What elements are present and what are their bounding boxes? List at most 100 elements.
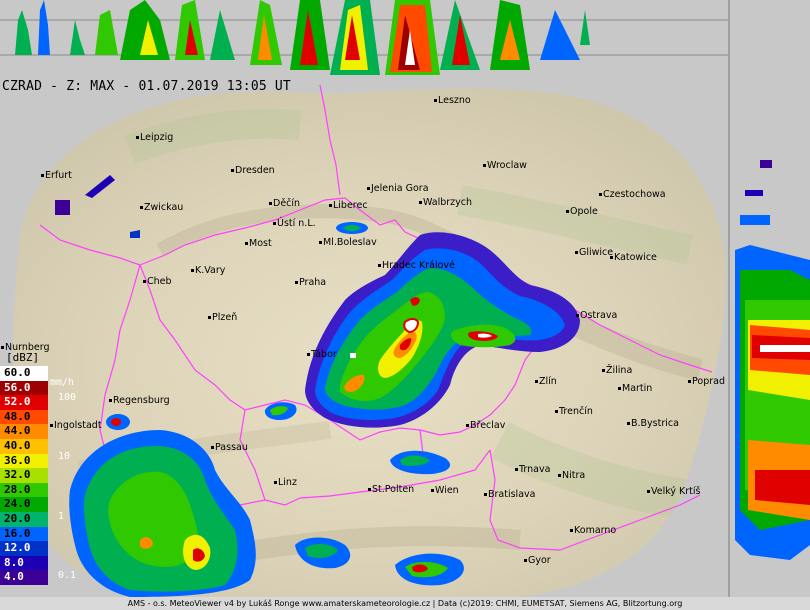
- city-marker: [1, 346, 4, 349]
- city-marker: [41, 174, 44, 177]
- city-label: Leipzig: [140, 132, 173, 143]
- city-label: Gyor: [528, 555, 551, 566]
- city-marker: [610, 256, 613, 259]
- city-marker: [602, 369, 605, 372]
- legend-level: 20.0: [0, 511, 48, 527]
- legend-level: 60.0: [0, 366, 48, 381]
- city-marker: [484, 493, 487, 496]
- legend-level: 16.0: [0, 526, 48, 542]
- city-label: Leszno: [438, 95, 471, 106]
- city-marker: [295, 281, 298, 284]
- city-label: Zlín: [539, 376, 557, 387]
- city-label: Ingolstadt: [54, 420, 102, 431]
- city-marker: [273, 222, 276, 225]
- city-marker: [483, 164, 486, 167]
- legend-level: 44.0: [0, 424, 48, 439]
- cross-section-right: [728, 0, 810, 597]
- city-label: Žilina: [606, 364, 632, 376]
- city-label: Regensburg: [113, 395, 170, 406]
- city-marker: [575, 251, 578, 254]
- city-marker: [211, 446, 214, 449]
- legend-level: 40.0: [0, 438, 48, 454]
- city-marker: [419, 201, 422, 204]
- city-marker: [319, 241, 322, 244]
- city-marker: [535, 380, 538, 383]
- city-marker: [208, 316, 211, 319]
- city-marker: [515, 468, 518, 471]
- city-label: Komarno: [574, 525, 616, 536]
- city-label: Plzeň: [212, 312, 237, 323]
- city-label: Linz: [278, 477, 297, 488]
- legend-level: 4.0: [0, 570, 48, 585]
- city-marker: [524, 559, 527, 562]
- city-label: Bratislava: [488, 489, 535, 500]
- legend-level: 24.0: [0, 497, 48, 512]
- city-label: Martin: [622, 383, 652, 394]
- city-marker: [627, 422, 630, 425]
- city-marker: [599, 193, 602, 196]
- city-label: Jelenia Gora: [370, 183, 429, 194]
- radar-viewer: Leszno Leipzig Wroclaw Erfurt Dresden Jelenia…: [0, 0, 810, 610]
- city-label: Zwickau: [144, 202, 183, 213]
- city-marker: [269, 202, 272, 205]
- city-marker: [647, 490, 650, 493]
- city-label: Trenčín: [558, 406, 593, 417]
- city-label: Ml.Boleslav: [323, 237, 377, 248]
- city-marker: [307, 353, 310, 356]
- city-marker: [378, 264, 381, 267]
- city-label: Wroclaw: [487, 160, 527, 171]
- city-marker: [566, 210, 569, 213]
- city-marker: [576, 314, 579, 317]
- city-label: Praha: [299, 277, 326, 288]
- city-label: Velký Krtíš: [651, 486, 701, 497]
- city-label: Břeclav: [470, 420, 506, 431]
- legend-level: 36.0: [0, 453, 48, 469]
- city-label: Wien: [435, 485, 459, 496]
- rate-label-10: 10: [58, 451, 71, 462]
- footer-credits: AMS - o.s. MeteoViewer v4 by Lukáš Ronge…: [0, 597, 810, 610]
- city-label: Gliwice: [579, 247, 613, 258]
- map-title: CZRAD - Z: MAX - 01.07.2019 13:05 UT: [2, 79, 291, 94]
- city-marker: [618, 387, 621, 390]
- legend-level: 32.0: [0, 468, 48, 483]
- city-label: Ostrava: [580, 310, 617, 321]
- city-marker: [109, 399, 112, 402]
- city-marker: [434, 99, 437, 102]
- city-label: Passau: [215, 442, 248, 453]
- city-label: Erfurt: [45, 170, 72, 181]
- city-marker: [136, 136, 139, 139]
- dbz-legend: [dBZ] 60.0 56.0 52.0 48.0 44.0 40.0 36.0 32.0 28…: [0, 350, 48, 585]
- city-label: Walbrzych: [423, 197, 472, 208]
- city-label: Katowice: [614, 252, 657, 263]
- city-label: Hradec Králové: [382, 260, 455, 271]
- legend-level: 48.0: [0, 409, 48, 425]
- cross-section-top: [0, 0, 728, 78]
- city-marker: [329, 204, 332, 207]
- city-marker: [368, 488, 371, 491]
- legend-level: 12.0: [0, 541, 48, 556]
- legend-level: 8.0: [0, 555, 48, 571]
- city-label: St.Polten: [372, 484, 414, 495]
- city-label: Tábor: [310, 349, 337, 360]
- city-marker: [558, 474, 561, 477]
- city-marker: [688, 380, 691, 383]
- city-marker: [555, 410, 558, 413]
- city-label: Cheb: [147, 276, 172, 287]
- city-marker: [466, 424, 469, 427]
- legend-level: 28.0: [0, 482, 48, 498]
- rate-label-100: 100: [58, 392, 77, 403]
- city-marker: [50, 424, 53, 427]
- city-label: Děčín: [273, 198, 300, 209]
- city-marker: [191, 269, 194, 272]
- city-label: Nitra: [562, 470, 585, 481]
- legend-level: 52.0: [0, 395, 48, 410]
- city-marker: [570, 529, 573, 532]
- city-label: Trnava: [518, 464, 550, 475]
- city-label: B.Bystrica: [631, 418, 679, 429]
- rate-label-1: 1: [58, 511, 65, 522]
- city-label: Most: [249, 238, 272, 249]
- city-marker: [143, 280, 146, 283]
- city-marker: [367, 187, 370, 190]
- city-label: Poprad: [692, 376, 725, 387]
- city-label: K.Vary: [195, 265, 226, 276]
